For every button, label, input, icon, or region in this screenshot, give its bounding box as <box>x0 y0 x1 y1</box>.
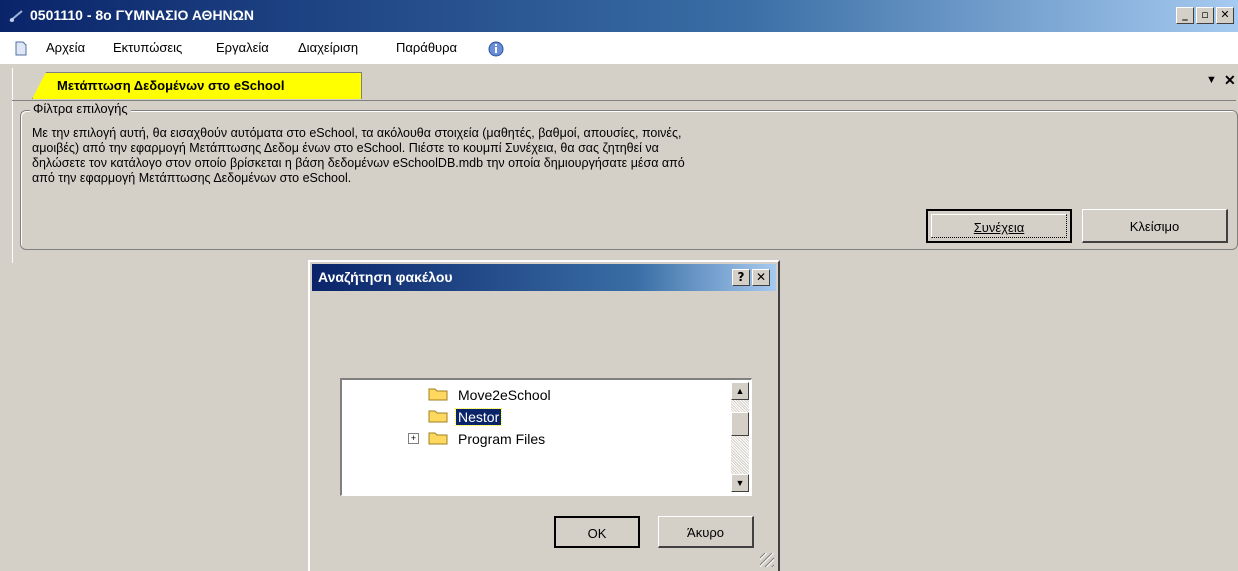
dialog-help-button[interactable]: ? <box>732 269 750 286</box>
tab-close-icon[interactable]: ✕ <box>1224 72 1236 89</box>
folder-icon <box>428 410 448 423</box>
menu-management[interactable]: Διαχείριση <box>298 40 358 55</box>
restore-button[interactable]: ▫ <box>1196 7 1214 24</box>
info-icon[interactable] <box>488 41 504 57</box>
filter-description: Με την επιλογή αυτή, θα εισαχθούν αυτόμα… <box>32 126 932 186</box>
tree-item-label: Move2eSchool <box>458 387 551 403</box>
tab-label: Μετάπτωση Δεδομένων στο eSchool <box>57 78 285 93</box>
menu-windows[interactable]: Παράθυρα <box>396 40 457 55</box>
dialog-titlebar: Αναζήτηση φακέλου ? ✕ <box>312 264 776 291</box>
filter-legend: Φίλτρα επιλογής <box>30 101 131 116</box>
tree-item-label: Nestor <box>454 408 503 426</box>
tab-dropdown-icon[interactable]: ▼ <box>1206 74 1217 86</box>
browse-folder-dialog: Αναζήτηση φακέλου ? ✕ Move2eSchool Nesto… <box>308 260 780 571</box>
cancel-label: Άκυρο <box>687 525 724 540</box>
scroll-thumb[interactable] <box>731 412 749 436</box>
description-line: από την εφαρμογή Μετάπτωσης Δεδομένων στ… <box>32 171 352 185</box>
tree-scrollbar[interactable]: ▲ ▼ <box>731 382 749 492</box>
window-titlebar: 0501110 - 8ο ΓΥΜΝΑΣΙΟ ΑΘΗΝΩΝ _ ▫ ✕ <box>0 0 1238 32</box>
tab-data-migration[interactable]: Μετάπτωση Δεδομένων στο eSchool <box>32 72 362 99</box>
ok-label: OK <box>587 526 607 541</box>
menu-files[interactable]: Αρχεία <box>46 40 85 55</box>
close-window-button[interactable]: ✕ <box>1216 7 1234 24</box>
expander-plus-icon[interactable]: + <box>408 433 419 444</box>
scroll-down-icon[interactable]: ▼ <box>731 474 749 492</box>
close-label: Κλείσιμο <box>1129 219 1180 234</box>
description-line: αμοιβές) από την εφαρμογή Μετάπτωσης Δεδ… <box>32 141 659 155</box>
scroll-up-icon[interactable]: ▲ <box>731 382 749 400</box>
menu-doc-icon <box>15 41 27 56</box>
continue-label: Συνέχεια <box>973 220 1025 235</box>
minimize-button[interactable]: _ <box>1176 7 1194 24</box>
app-icon <box>9 10 23 22</box>
close-button[interactable]: Κλείσιμο <box>1082 209 1228 243</box>
menubar: Αρχεία Εκτυπώσεις Εργαλεία Διαχείριση Πα… <box>0 32 1238 64</box>
folder-icon <box>428 432 448 445</box>
continue-button[interactable]: Συνέχεια <box>926 209 1072 243</box>
dialog-close-button[interactable]: ✕ <box>752 269 770 286</box>
window-title: 0501110 - 8ο ΓΥΜΝΑΣΙΟ ΑΘΗΝΩΝ <box>30 7 254 23</box>
menu-prints[interactable]: Εκτυπώσεις <box>113 40 182 55</box>
resize-grip-icon[interactable] <box>760 553 774 567</box>
ok-button[interactable]: OK <box>554 516 640 548</box>
folder-icon <box>428 388 448 401</box>
dialog-title: Αναζήτηση φακέλου <box>318 269 453 285</box>
tree-item-label: Program Files <box>458 431 546 447</box>
folder-tree[interactable]: Move2eSchool Nestor + Program Files ▲ ▼ <box>340 378 752 496</box>
description-line: Με την επιλογή αυτή, θα εισαχθούν αυτόμα… <box>32 126 682 140</box>
menu-tools[interactable]: Εργαλεία <box>216 40 269 55</box>
description-line: δηλώσετε τον κατάλογο στον οποίο βρίσκετ… <box>32 156 685 170</box>
cancel-button[interactable]: Άκυρο <box>658 516 754 548</box>
tab-strip: Μετάπτωση Δεδομένων στο eSchool ▼ ✕ <box>12 68 1236 101</box>
